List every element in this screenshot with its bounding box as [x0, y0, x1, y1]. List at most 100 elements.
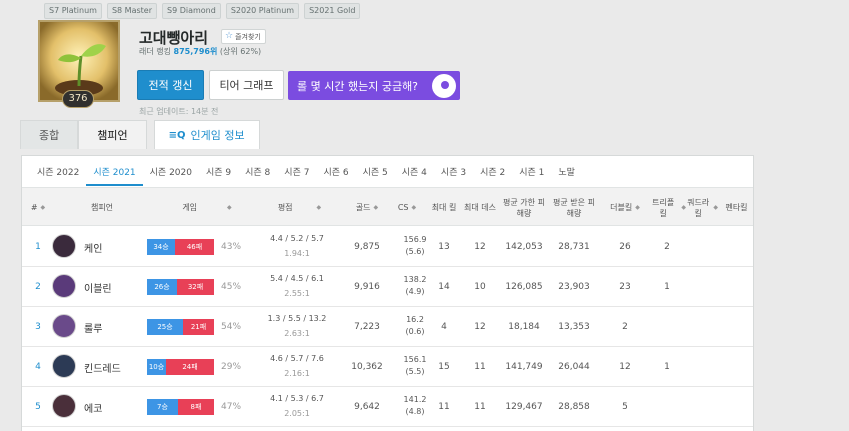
table-row[interactable]: 2 이블린 26승 32패 45% 5.4 / 4.5 / 6.1 2.55:1…: [22, 267, 753, 307]
sort-icon: ◆: [373, 204, 379, 211]
max-deaths: 11: [474, 401, 486, 412]
tab-ingame[interactable]: ≡Q 인게임 정보: [153, 120, 260, 149]
col-avg-taken[interactable]: 평균 받은 피해량: [550, 188, 598, 227]
champion-name[interactable]: 이블린: [84, 267, 112, 307]
season-tab[interactable]: 시즌 4: [395, 159, 434, 186]
favorite-label: 즐겨찾기: [235, 32, 261, 41]
season-tab[interactable]: 시즌 6: [316, 159, 355, 186]
main-tabs: 종합 챔피언 ≡Q 인게임 정보: [20, 120, 260, 149]
row-rank: 3: [35, 321, 41, 332]
col-penta[interactable]: 펜타킬: [720, 188, 753, 227]
max-deaths: 11: [474, 361, 486, 372]
table-row[interactable]: 4 킨드레드 10승 24패 29% 4.6 / 5.7 / 7.6 2.16:…: [22, 347, 753, 387]
col-num[interactable]: # ◆: [28, 188, 48, 227]
triple-kills: 1: [664, 361, 670, 372]
wins-bar: 7승: [147, 399, 178, 415]
profile-icon: 376: [38, 20, 120, 108]
double-kills: 26: [619, 241, 631, 252]
penta-kills: [720, 387, 753, 427]
max-kills: 15: [438, 361, 450, 372]
champion-avatar[interactable]: [52, 354, 76, 378]
avg-damage-dealt: 129,467: [505, 401, 543, 412]
champion-name[interactable]: 룰루: [84, 307, 102, 347]
season-tab[interactable]: 시즌 2022: [30, 159, 86, 186]
max-kills: 14: [438, 281, 450, 292]
sort-icon: ◆: [316, 204, 322, 211]
col-cs[interactable]: CS ◆: [390, 188, 424, 227]
winrate-bar: 26승 32패: [147, 279, 214, 295]
avg-damage-taken: 28,858: [558, 401, 590, 412]
double-kills: 12: [619, 361, 631, 372]
sort-icon: ◆: [411, 204, 417, 211]
losses-bar: 21패: [183, 319, 214, 335]
kda-ratio: 2.16:1: [284, 369, 310, 378]
ladder-rank-value[interactable]: 875,796위: [174, 47, 218, 56]
season-badges: S7 Platinum S8 Master S9 Diamond S2020 P…: [44, 3, 361, 19]
col-avg-dealt[interactable]: 평균 가한 피해량: [500, 188, 548, 227]
penta-kills: [720, 347, 753, 387]
gold: 7,223: [354, 321, 380, 332]
season-tab[interactable]: 시즌 7: [277, 159, 316, 186]
favorite-button[interactable]: ☆ 즐겨찾기: [221, 29, 266, 44]
wins-bar: 34승: [147, 239, 175, 255]
champion-name[interactable]: 킨드레드: [84, 347, 121, 387]
avg-damage-dealt: 18,184: [508, 321, 540, 332]
sort-icon: ◆: [713, 204, 718, 211]
season-tab-active[interactable]: 시즌 2021: [86, 159, 143, 186]
season-tab[interactable]: 시즌 5: [356, 159, 395, 186]
col-games[interactable]: 게임 ◆: [172, 188, 242, 227]
col-quadra[interactable]: 쿼드라 킬 ◆: [686, 188, 718, 227]
table-header: # ◆ 챔피언 게임 ◆ 평점 ◆ 골드 ◆ CS ◆ 최대 킬 최대 데스 평균 가한 …: [22, 187, 753, 226]
col-triple[interactable]: 트리플 킬 ◆: [648, 188, 686, 227]
avg-damage-taken: 13,353: [558, 321, 590, 332]
season-tab[interactable]: 노말: [551, 159, 582, 186]
champion-avatar[interactable]: [52, 274, 76, 298]
triple-kills: [648, 387, 686, 427]
table-row[interactable]: 1 케인 34승 46패 43% 4.4 / 5.2 / 5.7 1.94:1 …: [22, 227, 753, 267]
season-tab[interactable]: 시즌 8: [238, 159, 277, 186]
wins-bar: 25승: [147, 319, 183, 335]
ladder-rank: 래더 랭킹 875,796위 (상위 62%): [139, 46, 261, 57]
renew-button[interactable]: 전적 갱신: [137, 70, 204, 100]
table-row[interactable]: 3 룰루 25승 21패 54% 1.3 / 5.5 / 13.2 2.63:1…: [22, 307, 753, 347]
penta-kills: [720, 227, 753, 267]
season-tab[interactable]: 시즌 1: [512, 159, 551, 186]
season-tab[interactable]: 시즌 2020: [143, 159, 199, 186]
champion-name[interactable]: 케인: [84, 227, 102, 267]
losses-bar: 24패: [166, 359, 214, 375]
kda-ratio: 2.55:1: [284, 289, 310, 298]
table-row[interactable]: 5 에코 7승 8패 47% 4.1 / 5.3 / 6.7 2.05:1 9,…: [22, 387, 753, 427]
wins-bar: 10승: [147, 359, 166, 375]
season-tabs: 시즌 2022 시즌 2021 시즌 2020 시즌 9 시즌 8 시즌 7 시…: [30, 159, 582, 186]
row-rank: 5: [35, 401, 41, 412]
season-tab[interactable]: 시즌 2: [473, 159, 512, 186]
champion-avatar[interactable]: [52, 394, 76, 418]
champion-avatar[interactable]: [52, 314, 76, 338]
col-max-kills[interactable]: 최대 킬: [424, 188, 464, 227]
champion-avatar[interactable]: [52, 234, 76, 258]
champion-name[interactable]: 에코: [84, 387, 102, 427]
avg-damage-taken: 23,903: [558, 281, 590, 292]
winrate-bar: 7승 8패: [147, 399, 214, 415]
max-kills: 11: [438, 401, 450, 412]
gold: 9,642: [354, 401, 380, 412]
wins-bar: 26승: [147, 279, 177, 295]
gold: 9,875: [354, 241, 380, 252]
season-tab[interactable]: 시즌 9: [199, 159, 238, 186]
kda: 4.6 / 5.7 / 7.6: [270, 354, 324, 363]
losses-bar: 46패: [175, 239, 214, 255]
tier-graph-button[interactable]: 티어 그래프: [209, 70, 284, 100]
quadra-kills: [686, 387, 718, 427]
max-deaths: 12: [474, 241, 486, 252]
col-kda[interactable]: 평점 ◆: [272, 188, 327, 227]
max-deaths: 10: [474, 281, 486, 292]
col-max-deaths[interactable]: 최대 데스: [464, 188, 496, 227]
tab-champions[interactable]: 챔피언: [78, 120, 147, 149]
gold: 10,362: [351, 361, 383, 372]
promo-banner[interactable]: 롤 몇 시간 했는지 궁금해?: [288, 71, 460, 100]
tab-overview[interactable]: 종합: [20, 120, 79, 149]
col-gold[interactable]: 골드 ◆: [347, 188, 387, 227]
season-tab[interactable]: 시즌 3: [434, 159, 473, 186]
col-champion[interactable]: 챔피언: [77, 188, 127, 227]
col-double[interactable]: 더블킬 ◆: [605, 188, 645, 227]
